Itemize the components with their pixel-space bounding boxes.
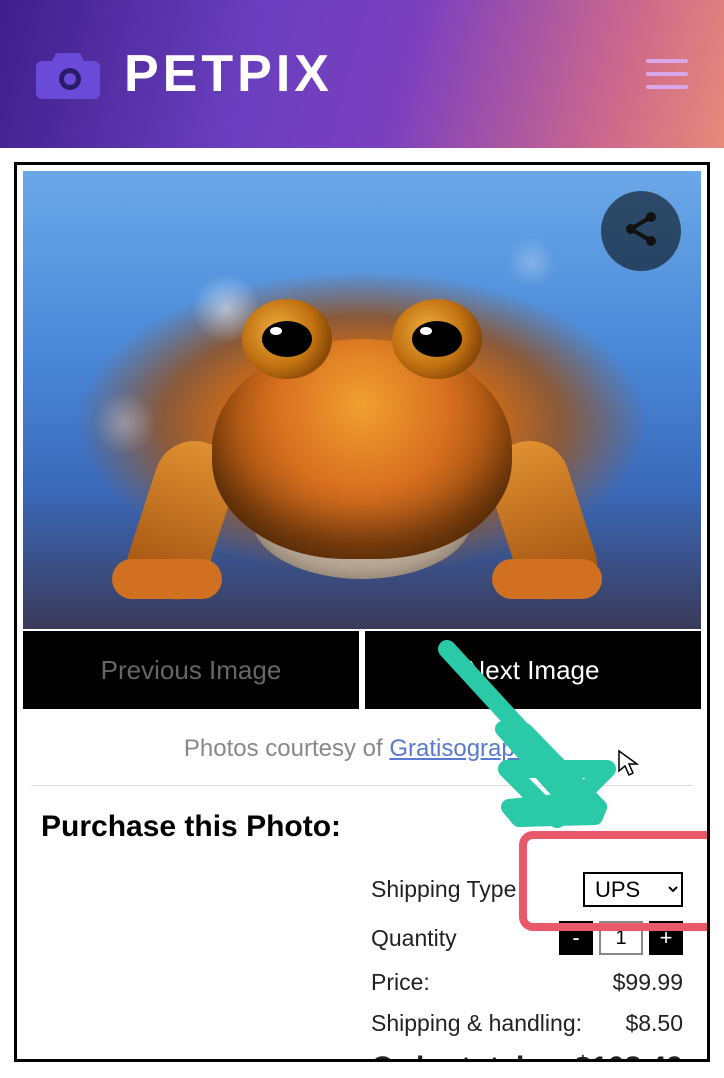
product-card: Previous Image Next Image Photos courtes…	[14, 162, 710, 1062]
shipping-handling-label: Shipping & handling:	[371, 1010, 582, 1037]
quantity-decrease-button[interactable]: -	[559, 921, 593, 955]
purchase-heading: Purchase this Photo:	[41, 810, 683, 844]
credit-link[interactable]: Gratisography	[389, 735, 540, 762]
quantity-input[interactable]	[599, 921, 643, 955]
quantity-stepper: - +	[559, 921, 683, 955]
photo-credit: Photos courtesy of Gratisography	[31, 709, 693, 786]
price-label: Price:	[371, 969, 430, 996]
product-photo	[23, 171, 701, 629]
quantity-increase-button[interactable]: +	[649, 921, 683, 955]
frog-illustration	[122, 259, 602, 589]
share-button[interactable]	[601, 191, 681, 271]
order-total-label: Order total:	[371, 1051, 534, 1062]
quantity-label: Quantity	[371, 925, 457, 952]
price-value: $99.99	[613, 969, 683, 996]
hamburger-menu-icon[interactable]	[646, 59, 688, 89]
order-total-value: $108.49	[575, 1051, 683, 1062]
next-image-button[interactable]: Next Image	[365, 631, 701, 709]
share-icon	[621, 209, 661, 254]
logo[interactable]: PETPIX	[36, 44, 333, 104]
image-nav: Previous Image Next Image	[23, 631, 701, 709]
camera-icon	[36, 49, 100, 99]
shipping-handling-value: $8.50	[625, 1010, 683, 1037]
previous-image-button[interactable]: Previous Image	[23, 631, 359, 709]
credit-prefix: Photos courtesy of	[184, 735, 389, 762]
brand-name: PETPIX	[124, 44, 333, 104]
purchase-section: Purchase this Photo: Shipping Type UPS Q…	[23, 786, 701, 1062]
shipping-type-label: Shipping Type	[371, 876, 516, 903]
shipping-type-select[interactable]: UPS	[583, 872, 683, 907]
app-header: PETPIX	[0, 0, 724, 148]
